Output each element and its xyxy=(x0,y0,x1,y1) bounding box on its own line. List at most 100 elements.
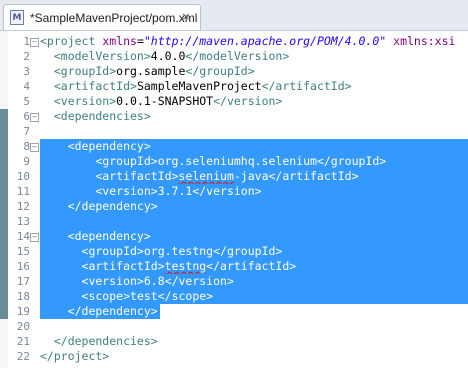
line-number: 3 xyxy=(23,65,30,78)
code-line[interactable]: </dependency> xyxy=(40,304,158,319)
line-number: 8 xyxy=(23,140,30,153)
code-token: selenium xyxy=(178,169,234,183)
code-token: </groupId> xyxy=(316,154,387,168)
code-token: -java xyxy=(233,169,269,183)
code-token: <scope> xyxy=(40,289,131,303)
code-line[interactable]: <project xmlns="http://maven.apache.org/… xyxy=(40,34,455,49)
line-number: 4 xyxy=(23,80,30,93)
code-line[interactable]: <artifactId>testng</artifactId> xyxy=(40,259,297,274)
line-number: 9 xyxy=(23,155,30,168)
code-token: 0.0.1-SNAPSHOT xyxy=(116,94,214,108)
line-number: 10 xyxy=(16,170,30,183)
code-token: <artifactId> xyxy=(40,259,165,273)
code-line[interactable]: <dependency> xyxy=(40,229,151,244)
code-token: <modelVersion> xyxy=(40,49,151,63)
line-number: 13 xyxy=(16,215,30,228)
line-number: 21 xyxy=(16,335,30,348)
code-token: <version> xyxy=(40,274,144,288)
code-token: <groupId> xyxy=(40,64,117,78)
code-token: xmlns:xsi xyxy=(393,34,456,48)
line-number: 12 xyxy=(16,200,30,213)
code-line[interactable]: <groupId>org.sample</groupId> xyxy=(40,64,255,79)
code-token: </groupId> xyxy=(185,64,255,78)
fold-toggle-icon[interactable]: − xyxy=(30,143,39,152)
editor-tab-bar: M *SampleMavenProject/pom.xml × xyxy=(0,0,468,31)
code-line[interactable]: </dependencies> xyxy=(40,334,158,349)
line-number: 18 xyxy=(16,290,30,303)
code-token: <artifactId> xyxy=(40,79,137,93)
change-marker xyxy=(0,124,8,139)
change-marker xyxy=(0,229,8,244)
selection-highlight xyxy=(40,214,468,229)
code-line[interactable]: <version>6.8</version> xyxy=(40,274,234,289)
code-token: "http://maven.apache.org/POM/4.0.0" xyxy=(143,34,387,48)
fold-toggle-icon[interactable]: − xyxy=(30,233,39,242)
code-token: <groupId> xyxy=(40,154,158,168)
code-line[interactable]: </project> xyxy=(40,349,109,364)
code-line[interactable]: <groupId>org.seleniumhq.selenium</groupI… xyxy=(40,154,386,169)
folding-gutter: − − − − xyxy=(28,31,39,368)
code-line[interactable]: <scope>test</scope> xyxy=(40,289,214,304)
code-line[interactable]: <artifactId>selenium-java</artifactId> xyxy=(40,169,358,184)
code-token: <dependency> xyxy=(40,229,151,243)
change-marker xyxy=(0,274,8,289)
code-token: testng xyxy=(164,259,207,273)
code-token: org.sample xyxy=(116,64,186,78)
line-number: 14 xyxy=(16,230,30,243)
line-number: 20 xyxy=(16,320,30,333)
change-marker xyxy=(0,289,8,304)
close-icon[interactable]: × xyxy=(179,10,193,24)
line-number: 7 xyxy=(23,125,30,138)
code-token: <version> xyxy=(40,94,117,108)
code-token: <groupId> xyxy=(40,244,144,258)
code-token: xmlns xyxy=(102,34,137,48)
code-token: </version> xyxy=(192,184,262,198)
line-number: 5 xyxy=(23,95,30,108)
code-line[interactable]: <version>0.0.1-SNAPSHOT</version> xyxy=(40,94,283,109)
code-line[interactable]: <dependencies> xyxy=(40,109,151,124)
code-token: org.seleniumhq.selenium xyxy=(157,154,317,168)
tab-pom-xml[interactable]: M *SampleMavenProject/pom.xml × xyxy=(3,4,201,30)
code-token: <version> xyxy=(40,184,158,198)
code-token: <dependencies> xyxy=(40,109,151,123)
code-token: <project xyxy=(40,34,103,48)
code-line[interactable]: <artifactId>SampleMavenProject</artifact… xyxy=(40,79,352,94)
code-token: </artifactId> xyxy=(261,79,352,93)
maven-file-icon: M xyxy=(10,10,24,25)
code-token: </modelVersion> xyxy=(185,49,290,63)
code-token: 6.8 xyxy=(143,274,165,288)
code-token: = xyxy=(136,34,144,48)
change-marker xyxy=(0,244,8,259)
change-marker xyxy=(0,214,8,229)
code-line[interactable]: <dependency> xyxy=(40,139,151,154)
code-token: test xyxy=(130,289,158,303)
code-token: </version> xyxy=(164,274,234,288)
code-token: </artifactId> xyxy=(206,259,297,273)
change-marker xyxy=(0,139,8,154)
change-marker xyxy=(0,154,8,169)
overview-ruler xyxy=(0,31,8,368)
line-number: 22 xyxy=(16,350,30,363)
code-token: </project> xyxy=(40,349,110,363)
code-line[interactable]: <groupId>org.testng</groupId> xyxy=(40,244,283,259)
code-token: </groupId> xyxy=(213,244,283,258)
line-number: 6 xyxy=(23,110,30,123)
code-token: </scope> xyxy=(157,289,214,303)
fold-toggle-icon[interactable]: − xyxy=(30,113,39,122)
tab-title: *SampleMavenProject/pom.xml xyxy=(30,10,198,25)
change-marker xyxy=(0,199,8,214)
line-number: 17 xyxy=(16,275,30,288)
line-number: 2 xyxy=(23,50,30,63)
line-number: 19 xyxy=(16,305,30,318)
code-line[interactable]: <modelVersion>4.0.0</modelVersion> xyxy=(40,49,289,64)
code-token: 4.0.0 xyxy=(150,49,186,63)
code-line[interactable]: </dependency> xyxy=(40,199,158,214)
code-line[interactable]: <version>3.7.1</version> xyxy=(40,184,262,199)
code-token: <dependency> xyxy=(40,139,151,153)
xml-editor[interactable]: 1 2 3 4 5 6 7 8 9 10 11 12 13 14 15 16 17 18 19 20 21 22 − − − −… xyxy=(0,31,468,368)
line-number: 16 xyxy=(16,260,30,273)
fold-toggle-icon[interactable]: − xyxy=(30,38,39,47)
code-area[interactable]: <project xmlns="http://maven.apache.org/… xyxy=(40,31,468,368)
change-marker xyxy=(0,259,8,274)
code-token: </version> xyxy=(213,94,283,108)
